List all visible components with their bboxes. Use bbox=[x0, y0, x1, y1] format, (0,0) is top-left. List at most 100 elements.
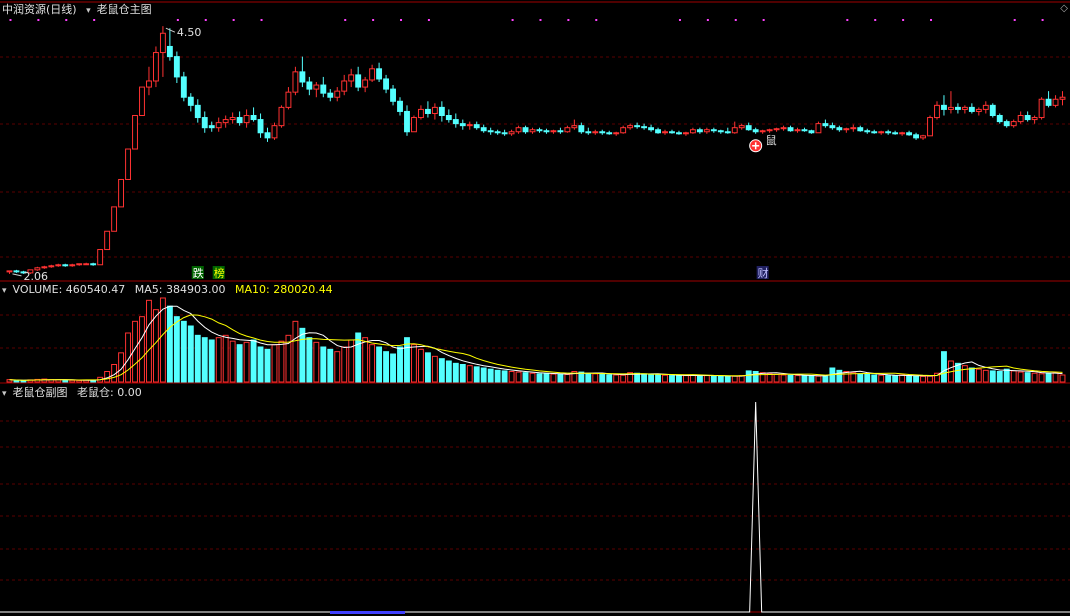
signal-dot bbox=[232, 19, 235, 21]
candle-body bbox=[669, 131, 675, 134]
volume-bar bbox=[878, 374, 885, 383]
signal-dot bbox=[678, 19, 681, 21]
candle-body bbox=[822, 123, 829, 127]
candle-body bbox=[724, 131, 731, 134]
candle-body bbox=[1038, 98, 1045, 119]
volume-bar bbox=[1031, 372, 1038, 383]
candle-body bbox=[536, 129, 543, 132]
candle-body bbox=[1031, 117, 1038, 121]
candle-body bbox=[780, 127, 787, 130]
volume-bar bbox=[431, 355, 438, 383]
candle-body bbox=[111, 206, 118, 232]
volume-bar bbox=[515, 371, 522, 383]
candle-body bbox=[125, 148, 131, 180]
candle-body bbox=[606, 132, 613, 135]
volume-bar bbox=[787, 374, 794, 383]
collapse-icon[interactable]: ▾ bbox=[86, 6, 91, 16]
event-label: 榜 bbox=[214, 266, 225, 280]
volume-bar bbox=[815, 375, 822, 383]
candle-body bbox=[892, 132, 899, 135]
volume-bar bbox=[390, 353, 396, 383]
candle-body bbox=[885, 131, 892, 134]
candle-body bbox=[947, 106, 954, 110]
candle-body bbox=[634, 125, 641, 128]
volume-bar bbox=[445, 360, 452, 383]
candle-body bbox=[927, 117, 933, 137]
candle-body bbox=[376, 68, 383, 80]
volume-bar bbox=[717, 375, 724, 383]
volume-bar bbox=[1024, 372, 1031, 383]
candle-body bbox=[83, 263, 90, 266]
candle-body bbox=[285, 91, 292, 108]
candle-body bbox=[271, 125, 278, 139]
volume-bar bbox=[229, 340, 236, 383]
volume-bar bbox=[397, 346, 403, 383]
volume-bar bbox=[459, 364, 466, 383]
candle-body bbox=[710, 129, 717, 132]
volume-bar bbox=[961, 365, 968, 383]
collapse-icon[interactable]: ▾ bbox=[2, 389, 7, 399]
volume-bar bbox=[243, 341, 250, 383]
candle-body bbox=[355, 74, 362, 88]
volume-bar bbox=[236, 344, 243, 383]
volume-bar bbox=[766, 373, 773, 383]
candle-body bbox=[585, 131, 592, 134]
candle-body bbox=[452, 119, 459, 125]
signal-dot bbox=[762, 19, 765, 21]
volume-bar bbox=[592, 373, 599, 383]
sub-panel-header: ▾ 老鼠仓副图 老鼠仓: 0.00 bbox=[2, 386, 148, 401]
expand-diamond-icon[interactable]: ◇ bbox=[1060, 3, 1068, 14]
collapse-icon[interactable]: ▾ bbox=[2, 286, 7, 296]
volume-bar bbox=[536, 373, 543, 383]
candle-body bbox=[968, 106, 975, 112]
candle-body bbox=[306, 81, 313, 90]
volume-bar bbox=[376, 346, 383, 383]
candle-body bbox=[703, 129, 710, 133]
volume-bar bbox=[996, 371, 1003, 383]
low-pointer bbox=[12, 273, 22, 277]
candle-body bbox=[1003, 121, 1010, 127]
volume-bar bbox=[648, 373, 655, 383]
volume-bar bbox=[613, 374, 620, 383]
volume-bar bbox=[411, 344, 417, 383]
candle-body bbox=[187, 96, 194, 106]
candle-body bbox=[787, 127, 794, 132]
volume-bars bbox=[6, 297, 1066, 383]
candle-body bbox=[159, 32, 166, 54]
candle-body bbox=[557, 130, 564, 133]
volume-bar bbox=[857, 373, 864, 383]
candle-body bbox=[564, 127, 571, 133]
volume-bar bbox=[173, 316, 180, 383]
candle-body bbox=[313, 84, 320, 90]
sub-indicator-name: 老鼠仓副图 bbox=[12, 386, 68, 399]
volume-bar bbox=[968, 367, 975, 383]
volume-bar bbox=[655, 374, 661, 383]
candle-body bbox=[759, 130, 766, 133]
signal-dot bbox=[539, 19, 542, 21]
volume-bar bbox=[808, 375, 815, 383]
candle-body bbox=[738, 125, 745, 129]
candle-body bbox=[431, 106, 438, 114]
signal-dot bbox=[204, 19, 207, 21]
volume-bar bbox=[222, 334, 229, 383]
candle-body bbox=[655, 129, 661, 134]
volume-bar bbox=[871, 374, 878, 383]
chart-annotations: 4.502.06鼠跌榜财涨 bbox=[9, 19, 1044, 283]
volume-bar bbox=[152, 309, 159, 383]
candle-body bbox=[473, 124, 480, 129]
candle-body bbox=[292, 71, 299, 93]
volume-bar bbox=[780, 374, 787, 383]
volume-bar bbox=[264, 348, 271, 383]
candle-body bbox=[648, 127, 655, 131]
volume-bar bbox=[564, 374, 571, 383]
volume-bar bbox=[501, 370, 508, 383]
sub-indicator-value: 老鼠仓: 0.00 bbox=[77, 386, 142, 399]
chart-canvas: 4.502.06鼠跌榜财涨 bbox=[0, 1, 1070, 614]
volume-bar bbox=[313, 341, 320, 383]
candle-body bbox=[132, 115, 138, 150]
volume-bar bbox=[801, 375, 808, 383]
candle-body bbox=[717, 130, 724, 133]
candle-body bbox=[411, 117, 417, 133]
volume-bar bbox=[473, 366, 480, 383]
candle-body bbox=[257, 119, 264, 134]
